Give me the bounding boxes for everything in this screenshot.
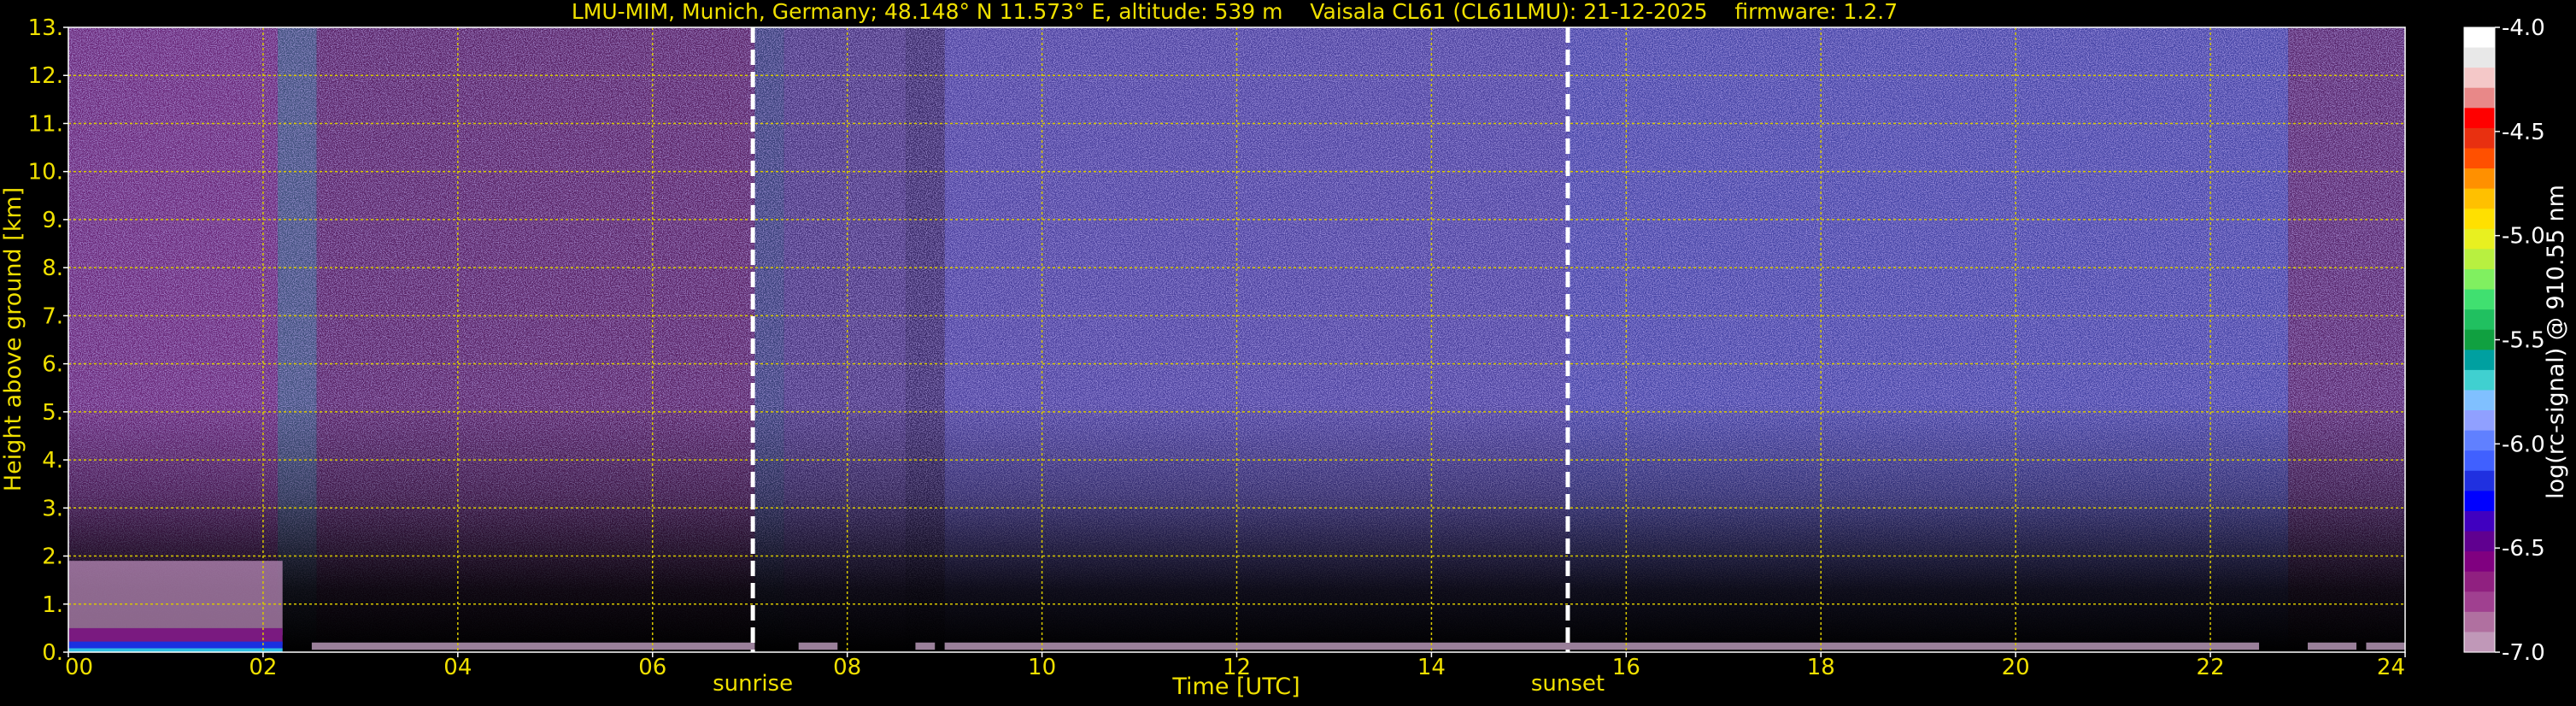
x-tick-label: 20 bbox=[2002, 655, 2030, 680]
colorbar-segment bbox=[2464, 47, 2495, 68]
colorbar-segment bbox=[2464, 430, 2495, 451]
colorbar-tick-label: -4.5 bbox=[2502, 120, 2545, 145]
surface-signal bbox=[311, 642, 755, 650]
chart-title: LMU-MIM, Munich, Germany; 48.148° N 11.5… bbox=[572, 0, 1898, 24]
y-tick-label: 2. bbox=[42, 544, 63, 570]
y-tick-label: 3. bbox=[42, 496, 63, 521]
y-axis-ticks: 0. 1. 2. 3. 4. 5. 6. 7. 8. 9. 10. 11. 12. 13. bbox=[28, 15, 68, 666]
surface-signal bbox=[2308, 642, 2357, 650]
surface-signal bbox=[798, 642, 838, 650]
x-tick-label: 16 bbox=[1612, 655, 1640, 680]
colorbar-segment bbox=[2464, 188, 2495, 209]
colorbar-segment bbox=[2464, 571, 2495, 592]
colorbar-segment bbox=[2464, 410, 2495, 432]
y-axis-label: Height above ground [km] bbox=[0, 187, 26, 491]
ceilometer-chart: LMU-MIM, Munich, Germany; 48.148° N 11.5… bbox=[0, 0, 2569, 700]
aerosol-layer-core bbox=[68, 641, 283, 649]
colorbar-label: log(rc-signal) @ 910.55 nm bbox=[2543, 185, 2569, 499]
plot-area: sunrise sunset bbox=[67, 26, 2406, 697]
x-tick-label: 02 bbox=[249, 655, 277, 680]
y-tick-label: 13. bbox=[28, 15, 63, 41]
y-tick-label: 6. bbox=[42, 352, 63, 378]
y-tick-label: 10. bbox=[28, 160, 63, 185]
surface-signal bbox=[915, 642, 936, 650]
colorbar-segment bbox=[2464, 491, 2495, 512]
colorbar-tick-label: -6.5 bbox=[2502, 536, 2545, 562]
colorbar-segment bbox=[2464, 531, 2495, 552]
x-tick-label: 18 bbox=[1807, 655, 1835, 680]
colorbar-segment bbox=[2464, 27, 2495, 49]
colorbar-segment bbox=[2464, 390, 2495, 411]
aerosol-layer bbox=[68, 561, 283, 636]
colorbar-segment bbox=[2464, 510, 2495, 532]
x-tick-label: 08 bbox=[833, 655, 861, 680]
x-tick-label: 22 bbox=[2197, 655, 2225, 680]
y-tick-label: 9. bbox=[42, 208, 63, 233]
y-tick-label: 4. bbox=[42, 448, 63, 474]
colorbar-segment bbox=[2464, 632, 2495, 653]
colorbar-segment bbox=[2464, 329, 2495, 350]
colorbar-segment bbox=[2464, 369, 2495, 391]
colorbar-tick-label: -7.0 bbox=[2502, 640, 2545, 666]
x-tick-label: 00 bbox=[65, 655, 93, 680]
colorbar-segment bbox=[2464, 268, 2495, 291]
x-tick-label: 04 bbox=[443, 655, 472, 680]
colorbar-segment bbox=[2464, 350, 2495, 371]
colorbar-segment bbox=[2464, 249, 2495, 270]
colorbar-segment bbox=[2464, 470, 2495, 491]
x-tick-label: 10 bbox=[1028, 655, 1056, 680]
y-tick-label: 5. bbox=[42, 400, 63, 426]
colorbar-segment bbox=[2464, 611, 2495, 633]
colorbar-segment bbox=[2464, 168, 2495, 190]
sunset-label: sunset bbox=[1531, 671, 1605, 697]
y-tick-label: 11. bbox=[28, 111, 63, 137]
colorbar: -4.0 -4.5 -5.0 -5.5 -6.0 -6.5 -7.0 bbox=[2463, 15, 2545, 666]
colorbar-tick-label: -5.5 bbox=[2502, 328, 2545, 354]
colorbar-segment bbox=[2464, 309, 2495, 331]
colorbar-segment bbox=[2464, 148, 2495, 169]
surface-signal bbox=[2366, 642, 2405, 650]
x-tick-label: 24 bbox=[2377, 655, 2405, 680]
sunrise-label: sunrise bbox=[713, 671, 793, 697]
colorbar-segment bbox=[2464, 127, 2495, 150]
y-tick-label: 0. bbox=[42, 640, 63, 666]
y-tick-label: 8. bbox=[42, 256, 63, 281]
colorbar-tick-label: -6.0 bbox=[2502, 432, 2545, 457]
y-tick-label: 12. bbox=[28, 63, 63, 89]
colorbar-tick-label: -4.0 bbox=[2502, 15, 2545, 41]
x-tick-label: 14 bbox=[1417, 655, 1446, 680]
colorbar-segment bbox=[2464, 450, 2495, 472]
colorbar-tick-label: -5.0 bbox=[2502, 224, 2545, 250]
colorbar-segment bbox=[2464, 108, 2495, 129]
y-tick-label: 7. bbox=[42, 303, 63, 329]
colorbar-segment bbox=[2464, 87, 2495, 109]
colorbar-segment bbox=[2464, 591, 2495, 613]
colorbar-segment bbox=[2464, 209, 2495, 230]
colorbar-segment bbox=[2464, 68, 2495, 89]
x-axis-label: Time [UTC] bbox=[1171, 674, 1300, 700]
colorbar-segment bbox=[2464, 228, 2495, 250]
y-tick-label: 1. bbox=[42, 592, 63, 618]
colorbar-segment bbox=[2464, 551, 2495, 573]
x-tick-label: 06 bbox=[638, 655, 666, 680]
surface-signal bbox=[944, 642, 2260, 650]
colorbar-segment bbox=[2464, 289, 2495, 310]
